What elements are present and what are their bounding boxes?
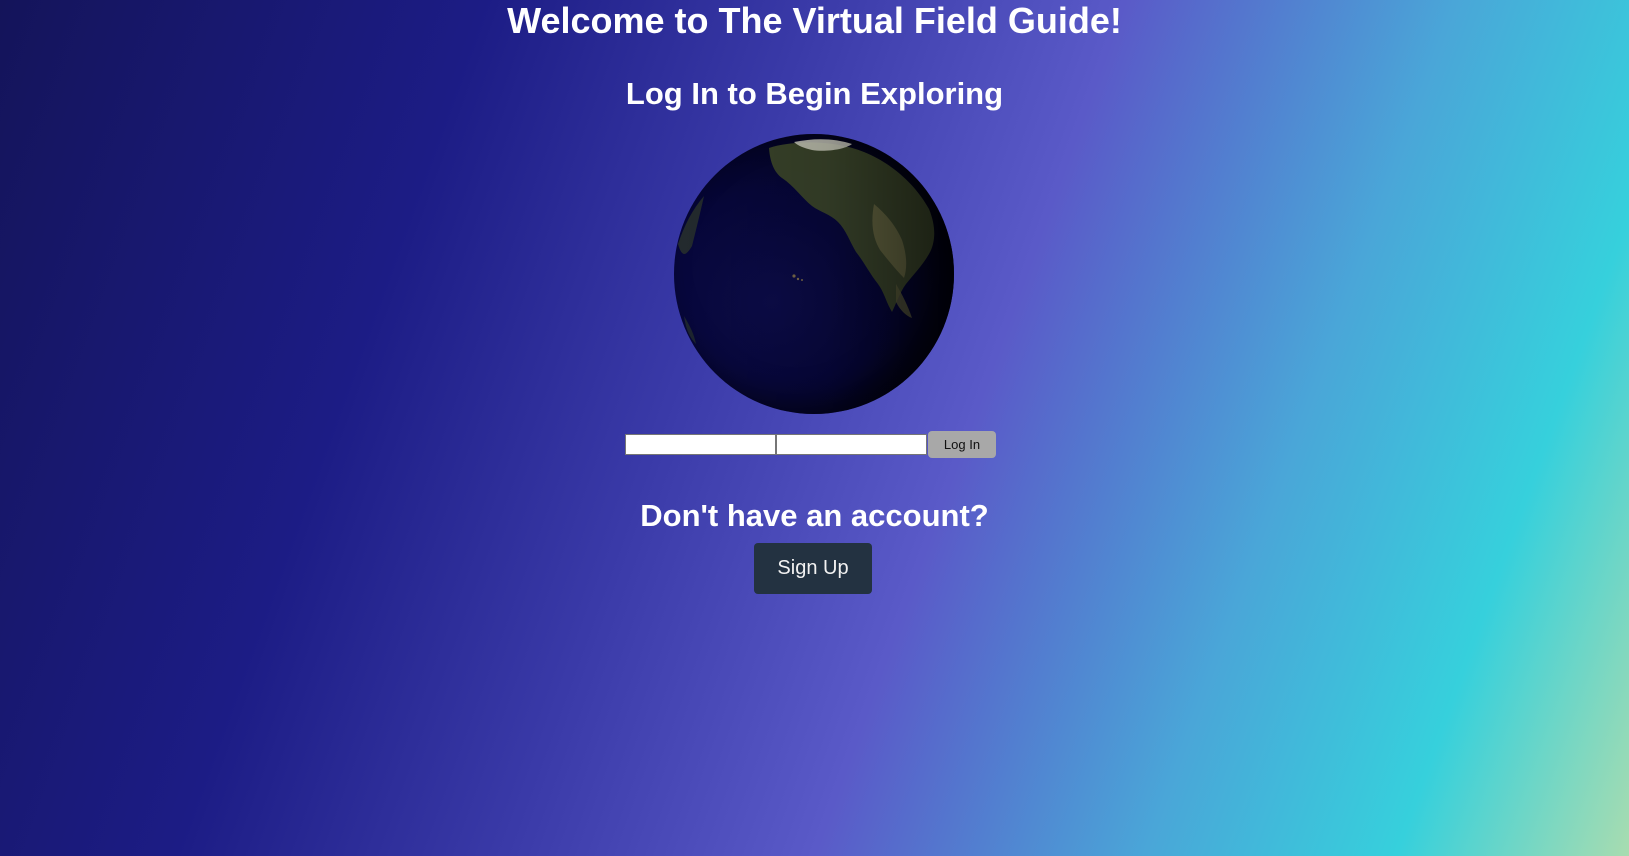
page-title: Welcome to The Virtual Field Guide! (507, 0, 1122, 41)
username-input[interactable] (625, 433, 776, 455)
signup-prompt: Don't have an account? (640, 498, 989, 533)
login-form: Log In (625, 430, 996, 458)
page-subtitle: Log In to Begin Exploring (625, 76, 1004, 111)
login-page: Welcome to The Virtual Field Guide! Log … (0, 0, 1629, 856)
earth-globe-icon (674, 134, 954, 414)
password-input[interactable] (776, 433, 927, 455)
signup-button[interactable]: Sign Up (754, 543, 872, 594)
login-button[interactable]: Log In (928, 430, 996, 458)
